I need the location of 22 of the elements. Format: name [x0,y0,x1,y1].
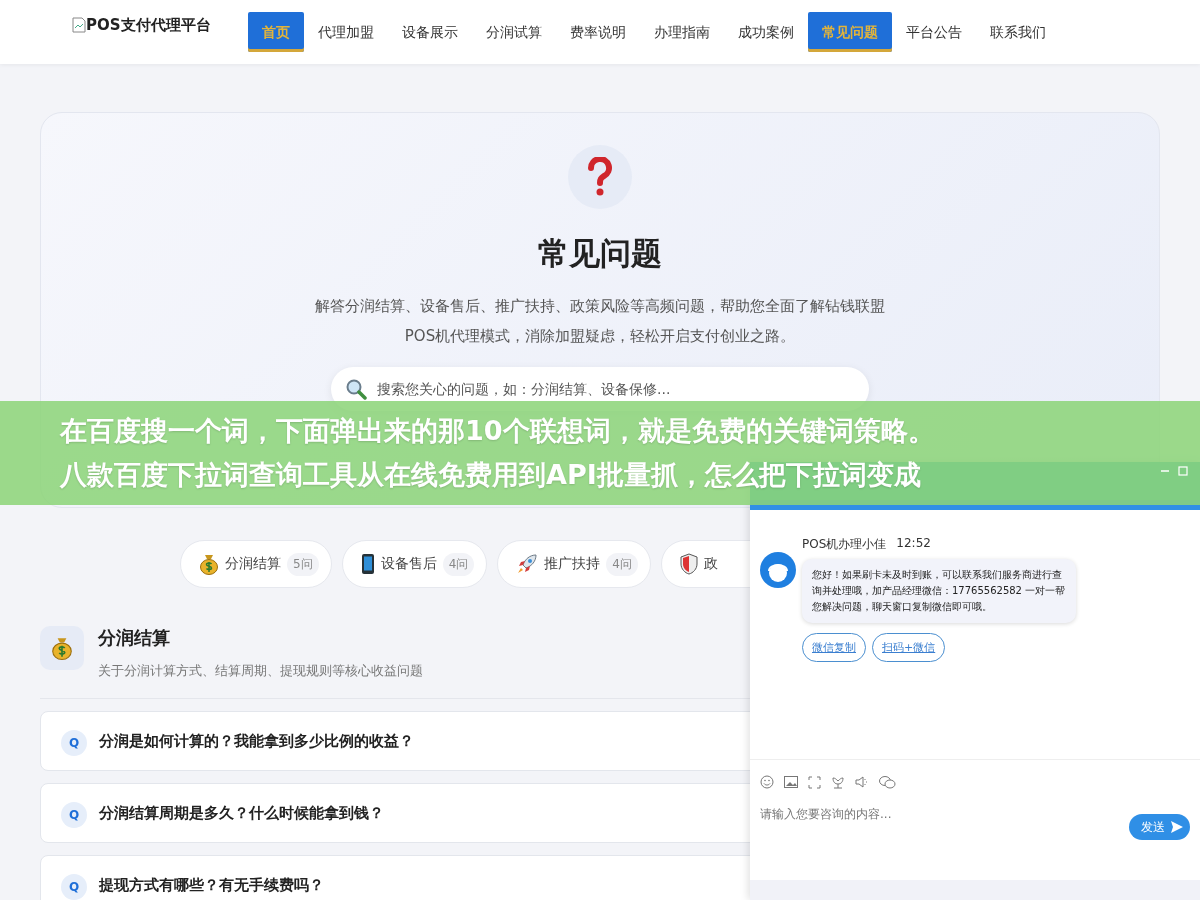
category-label: 政 [703,555,718,573]
q-badge: Q [61,730,87,756]
question-count: 4问 [606,552,638,576]
message-time: 12:52 [896,536,931,552]
section-subtitle: 关于分润计算方式、结算周期、提现规则等核心收益问题 [98,662,423,680]
category-label: 设备售后 [380,555,437,573]
category-label: 分润结算 [225,555,281,573]
question-text: 提现方式有哪些？有无手续费吗？ [99,875,324,895]
question-count: 5问 [287,552,319,576]
banner-text: 在百度搜一个词，下面弹出来的那10个联想词，就是免费的关键词策略。 [60,414,935,448]
question-text: 分润是如何计算的？我能拿到多少比例的收益？ [99,731,414,751]
q-badge: Q [61,874,87,900]
page-title: 常见问题 [538,234,662,273]
question-text: 分润结算周期是多久？什么时候能拿到钱？ [99,803,384,823]
section-title: 分润结算 [98,626,171,650]
page-description: 解答分润结算、设备售后、推广扶持、政策风险等高频问题，帮助您全面了解钻钱联盟POS机代理模式，消除加盟疑虑，轻松开启支付创业之路。 [314,296,886,347]
message-bubble: 您好！如果刷卡未及时到账，可以联系我们服务商进行查询并处理哦，加产品经理微信：17765562582 一对一帮您解决问题，聊天窗口复制微信即可哦。 [802,559,1076,623]
q-badge: Q [61,802,87,828]
banner-text: 八款百度下拉词查询工具从在线免费用到API批量抓，怎么把下拉词变成 [60,458,921,492]
category-label: 推广扶持 [544,555,601,573]
question-count: 4问 [442,552,475,576]
agent-name: POS机办理小佳 [802,536,887,553]
